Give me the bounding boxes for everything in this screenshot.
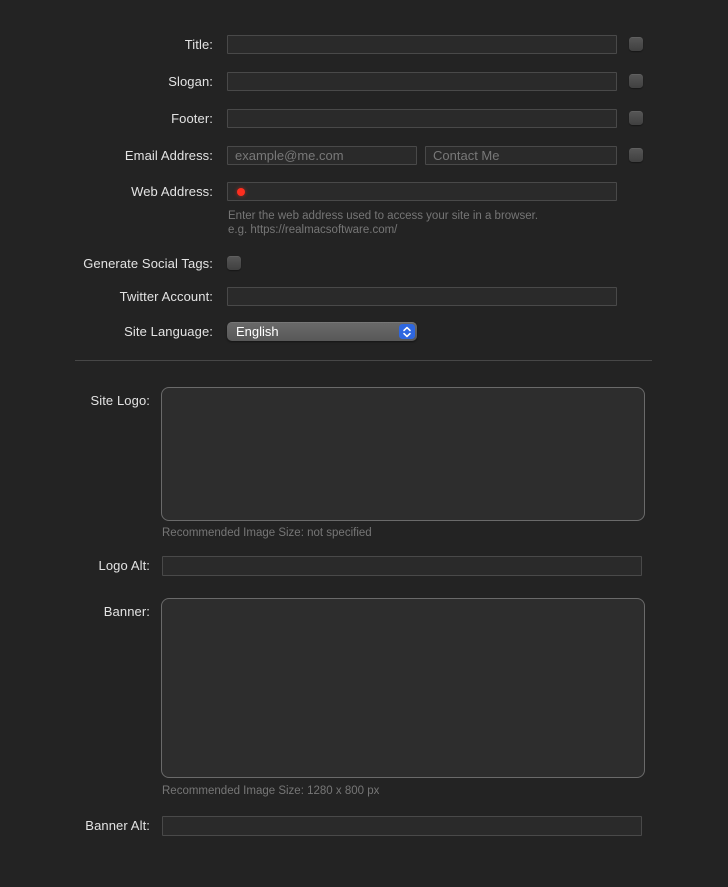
email-link-text-input[interactable]: [425, 146, 617, 165]
site-logo-label: Site Logo:: [0, 391, 150, 410]
logo-alt-label: Logo Alt:: [0, 556, 150, 575]
site-logo-image-well[interactable]: [161, 387, 645, 521]
generate-social-tags-label: Generate Social Tags:: [0, 254, 213, 273]
slogan-checkbox[interactable]: [629, 74, 643, 88]
site-language-popup[interactable]: English: [227, 322, 417, 341]
title-input[interactable]: [227, 35, 617, 54]
slogan-input[interactable]: [227, 72, 617, 91]
web-address-label: Web Address:: [0, 182, 213, 201]
footer-label: Footer:: [0, 109, 213, 128]
web-address-helper-line2: e.g. https://realmacsoftware.com/: [228, 223, 397, 237]
red-dot-icon: [237, 188, 245, 196]
section-divider: [75, 360, 652, 361]
slogan-label: Slogan:: [0, 72, 213, 91]
site-language-selected-value: English: [227, 322, 417, 341]
email-address-label: Email Address:: [0, 146, 213, 165]
web-address-input[interactable]: [227, 182, 617, 201]
logo-alt-input[interactable]: [162, 556, 642, 576]
web-address-field-wrap: [227, 182, 617, 201]
banner-label: Banner:: [0, 602, 150, 621]
twitter-account-input[interactable]: [227, 287, 617, 306]
email-checkbox[interactable]: [629, 148, 643, 162]
chevron-up-down-icon: [399, 324, 415, 339]
banner-image-well[interactable]: [161, 598, 645, 778]
banner-alt-input[interactable]: [162, 816, 642, 836]
email-address-input[interactable]: [227, 146, 417, 165]
banner-alt-label: Banner Alt:: [0, 816, 150, 835]
footer-input[interactable]: [227, 109, 617, 128]
generate-social-tags-checkbox[interactable]: [227, 256, 241, 270]
site-logo-recommended-note: Recommended Image Size: not specified: [162, 526, 372, 540]
banner-recommended-note: Recommended Image Size: 1280 x 800 px: [162, 784, 379, 798]
title-checkbox[interactable]: [629, 37, 643, 51]
site-language-label: Site Language:: [0, 322, 213, 341]
title-label: Title:: [0, 35, 213, 54]
twitter-account-label: Twitter Account:: [0, 287, 213, 306]
site-settings-pane: Title: Slogan: Footer: Email Address: We…: [0, 0, 728, 887]
web-address-helper-line1: Enter the web address used to access you…: [228, 209, 538, 223]
footer-checkbox[interactable]: [629, 111, 643, 125]
